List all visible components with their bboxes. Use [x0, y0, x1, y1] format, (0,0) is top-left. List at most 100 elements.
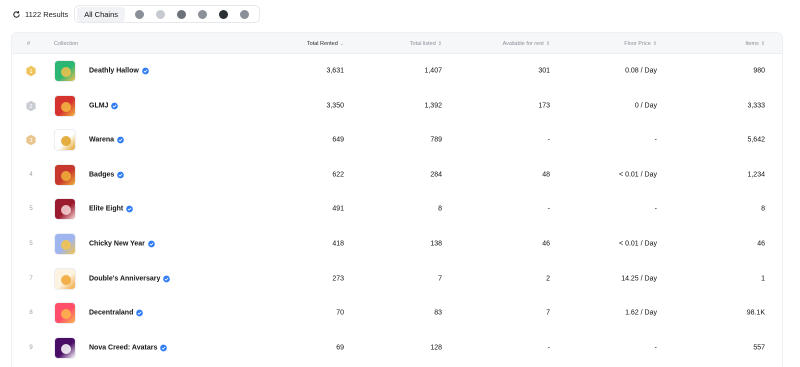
total-rented-value: 418 [332, 240, 344, 248]
chain-3-icon[interactable] [177, 9, 186, 19]
chain-4-icon[interactable] [198, 9, 207, 19]
items-value: 557 [753, 344, 765, 352]
items-value: 46 [757, 240, 765, 248]
table-row[interactable]: 4 Badges 622 284 48 < 0.01 / Day 1,234 [12, 158, 782, 192]
items-value: 98.1K [746, 309, 765, 317]
total-rented-value: 70 [336, 309, 344, 317]
collection-thumbnail[interactable] [54, 336, 76, 359]
floor-price-value: - [654, 136, 657, 144]
items-value: 5,642 [747, 136, 765, 144]
sort-icon: ⇕ [545, 41, 550, 47]
collection-name[interactable]: Badges [89, 171, 125, 179]
verified-badge-icon [126, 206, 134, 213]
chain-6-icon[interactable] [240, 9, 249, 19]
table-row[interactable]: 7 Double's Anniversary 273 7 2 14.25 / D… [12, 262, 782, 296]
svg-text:3: 3 [29, 138, 33, 144]
collection-thumbnail[interactable] [54, 129, 76, 152]
chain-5-icon[interactable] [219, 9, 228, 19]
header-floor-price[interactable]: Floor Price ⇕ [624, 41, 657, 47]
table-row[interactable]: 5 Chicky New Year 418 138 46 < 0.01 / Da… [12, 227, 782, 261]
collection-name-label: Warena [89, 136, 115, 144]
results-count: 1122 Results [12, 10, 68, 19]
items-value: 3,333 [747, 102, 765, 110]
header-total-rented[interactable]: Total Rented ⌄ [307, 41, 344, 47]
collection-name-label: Badges [89, 171, 115, 179]
chain-1-icon[interactable] [135, 9, 144, 19]
collection-name-label: Double's Anniversary [89, 275, 161, 283]
items-value: 980 [753, 67, 765, 75]
floor-price-value: 14.25 / Day [621, 275, 657, 283]
available-value: 301 [538, 67, 550, 75]
total-listed-value: 138 [430, 240, 442, 248]
table-header: # Collection Total Rented ⌄ Total listed ⇕… [12, 33, 782, 54]
collection-name[interactable]: Deathly Hallow [89, 68, 149, 75]
total-listed-value: 8 [438, 205, 442, 213]
table-row[interactable]: 1 Deathly Hallow 3,631 1,407 301 0.08 / … [12, 54, 782, 88]
collection-name[interactable]: Decentraland [89, 310, 144, 317]
collection-name-label: Deathly Hallow [89, 67, 139, 75]
header-collection: Collection [54, 41, 79, 47]
verified-badge-icon [141, 67, 149, 75]
collection-thumbnail[interactable] [54, 267, 76, 290]
refresh-icon[interactable] [12, 10, 21, 19]
floor-price-value: 0 / Day [634, 102, 657, 110]
rank-number: 4 [29, 171, 33, 178]
available-value: - [547, 205, 550, 213]
total-rented-value: 3,631 [326, 67, 344, 75]
rank-number: 5 [29, 241, 33, 247]
table-row[interactable]: 2 GLMJ 3,350 1,392 173 0 / Day 3,333 [12, 89, 782, 123]
header-available[interactable]: Available for rent ⇕ [503, 41, 550, 47]
floor-price-value: < 0.01 / Day [619, 240, 657, 248]
gold-medal-icon: 1 [26, 65, 36, 77]
results-label: 1122 Results [25, 9, 69, 19]
sort-icon: ⇕ [652, 41, 657, 47]
collection-name[interactable]: Elite Eight [89, 206, 134, 213]
floor-price-value: 1.62 / Day [625, 309, 657, 317]
table-row[interactable]: 9 Nova Creed: Avatars 69 128 - - 557 [12, 331, 782, 365]
verified-badge-icon [163, 275, 171, 282]
verified-badge-icon [117, 171, 125, 179]
verified-badge-icon [160, 344, 168, 352]
table-row[interactable]: 8 Decentraland 70 83 7 1.62 / Day 98.1K [12, 296, 782, 330]
collection-name[interactable]: Warena [89, 137, 124, 144]
rank-number: 8 [29, 310, 33, 317]
collection-name-label: Nova Creed: Avatars [89, 344, 158, 352]
collection-thumbnail[interactable] [54, 60, 76, 82]
collection-name[interactable]: Nova Creed: Avatars [89, 344, 168, 352]
header-items[interactable]: Items ⇕ [745, 41, 765, 47]
collection-thumbnail[interactable] [54, 198, 76, 221]
total-rented-value: 622 [332, 171, 344, 179]
total-listed-value: 789 [430, 136, 442, 144]
collection-name[interactable]: GLMJ [89, 102, 119, 110]
items-value: 8 [761, 205, 765, 213]
available-value: 2 [546, 275, 550, 283]
header-total-listed[interactable]: Total listed ⇕ [410, 41, 442, 47]
chain-2-icon[interactable] [156, 9, 165, 19]
verified-badge-icon [111, 102, 119, 109]
available-value: 7 [546, 309, 550, 317]
collection-name[interactable]: Double's Anniversary [89, 275, 171, 283]
sort-icon: ⇕ [437, 41, 442, 47]
all-chains-button[interactable]: All Chains [77, 6, 125, 22]
collection-name-label: GLMJ [89, 102, 109, 110]
collection-thumbnail[interactable] [54, 163, 76, 186]
total-rented-value: 3,350 [326, 102, 344, 110]
available-value: - [547, 344, 550, 352]
total-rented-value: 491 [332, 205, 344, 213]
table-row[interactable]: 5 Elite Eight 491 8 - - 8 [12, 192, 782, 226]
total-rented-value: 649 [332, 136, 344, 144]
collections-table: # Collection Total Rented ⌄ Total listed ⇕… [11, 32, 783, 367]
total-rented-value: 273 [332, 275, 344, 283]
sort-desc-icon: ⌄ [339, 41, 344, 47]
collection-thumbnail[interactable] [54, 94, 76, 117]
collection-name[interactable]: Chicky New Year [89, 241, 155, 248]
collection-thumbnail[interactable] [54, 302, 76, 325]
total-listed-value: 1,392 [424, 102, 442, 110]
chain-icons [129, 9, 255, 19]
header-rank: # [27, 41, 31, 47]
table-row[interactable]: 3 Warena 649 789 - - 5,642 [12, 123, 782, 157]
rank-number: 5 [29, 206, 33, 213]
bronze-medal-icon: 3 [26, 134, 36, 146]
collection-thumbnail[interactable] [54, 233, 76, 255]
floor-price-value: - [654, 344, 657, 352]
